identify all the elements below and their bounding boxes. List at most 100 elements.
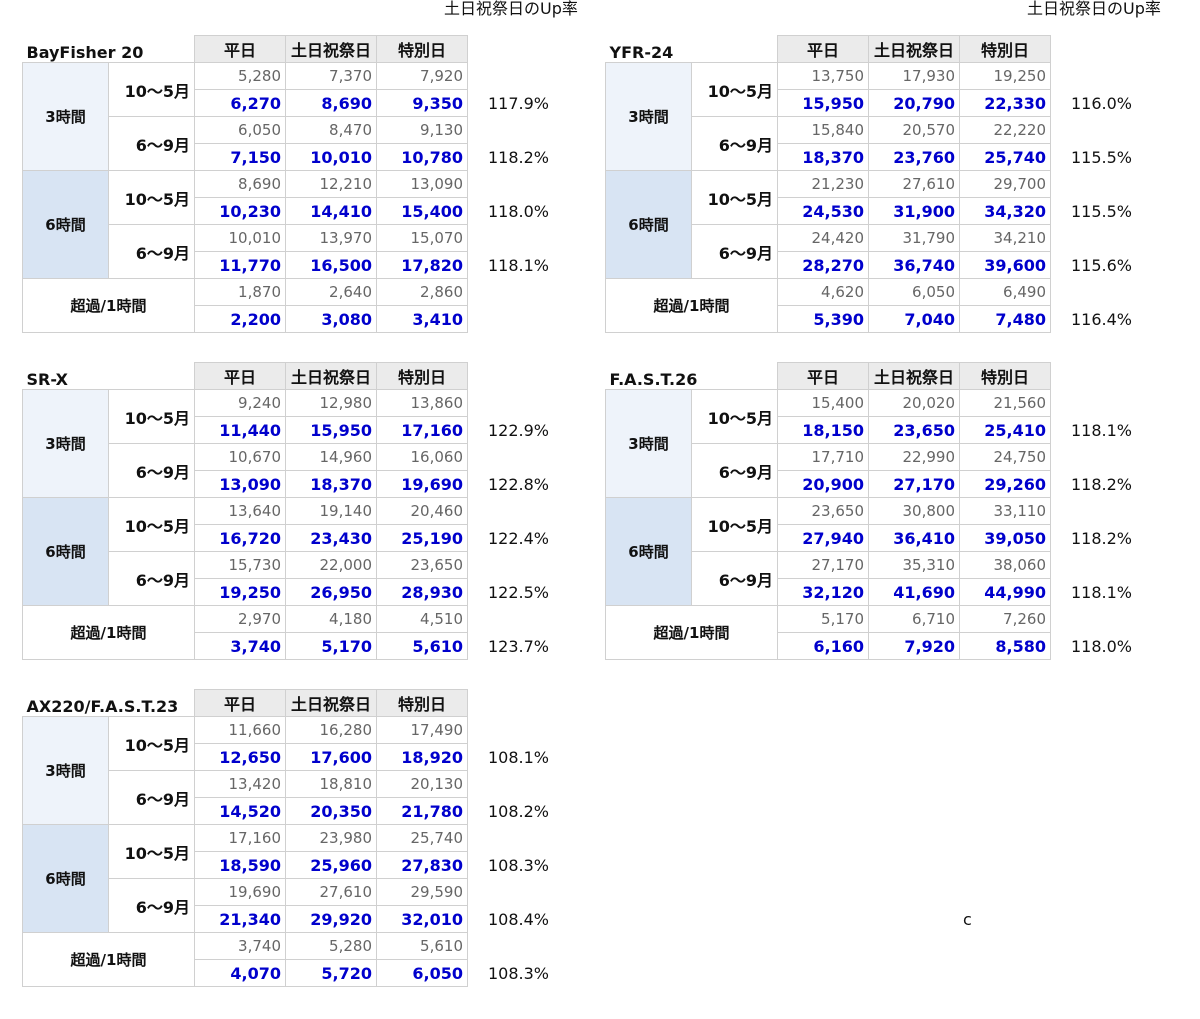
up-rate-cell: 115.6% <box>1071 255 1133 275</box>
old-price-cell: 5,610 <box>376 932 468 960</box>
new-price-cell: 7,150 <box>194 143 286 171</box>
row-spacer <box>468 63 588 90</box>
row-spacer <box>1051 606 1171 633</box>
row-spacer <box>468 117 588 144</box>
old-price-cell: 27,610 <box>868 170 960 198</box>
old-price-cell: 20,020 <box>868 389 960 417</box>
old-price-cell: 5,280 <box>194 62 286 90</box>
table-title: F.A.S.T.26 <box>609 370 698 389</box>
old-price-cell: 7,920 <box>376 62 468 90</box>
old-price-cell: 5,280 <box>285 932 377 960</box>
new-price-cell: 5,610 <box>376 632 468 660</box>
period-cell: 6〜9月 <box>108 116 195 171</box>
up-rate-cell: 108.4% <box>488 909 550 929</box>
old-price-cell: 15,070 <box>376 224 468 252</box>
old-price-cell: 2,860 <box>376 278 468 306</box>
new-price-cell: 18,150 <box>777 416 869 444</box>
row-spacer <box>1051 225 1171 252</box>
old-price-cell: 31,790 <box>868 224 960 252</box>
old-price-cell: 9,240 <box>194 389 286 417</box>
up-rate-cell: 123.7% <box>488 636 550 656</box>
new-price-cell: 16,720 <box>194 524 286 552</box>
new-price-cell: 36,740 <box>868 251 960 279</box>
header-spacer <box>1051 36 1171 63</box>
up-rate-cell: 115.5% <box>1071 201 1133 221</box>
duration-cell: 6時間 <box>22 497 109 606</box>
duration-cell: 3時間 <box>605 62 692 171</box>
old-price-cell: 6,050 <box>194 116 286 144</box>
row-spacer <box>468 606 588 633</box>
old-price-cell: 20,570 <box>868 116 960 144</box>
old-price-cell: 20,130 <box>376 770 468 798</box>
up-rate-cell: 118.2% <box>1071 474 1133 494</box>
duration-cell: 6時間 <box>22 824 109 933</box>
header-row: SR-X 平日 土日祝祭日 特別日 <box>23 362 588 390</box>
table-row: 超過/1時間 4,620 6,050 6,490 <box>605 278 1171 333</box>
price-table-block: AX220/F.A.S.T.23 平日 土日祝祭日 特別日 3時間 10〜5月 11,660… <box>22 689 602 1019</box>
new-price-cell: 5,720 <box>285 959 377 987</box>
old-price-cell: 17,710 <box>777 443 869 471</box>
duration-cell: 6時間 <box>605 170 692 279</box>
table-row: 3時間 10〜5月 9,240 12,980 13,860 <box>22 389 588 498</box>
up-rate-cell: 118.1% <box>488 255 550 275</box>
old-price-cell: 5,170 <box>777 605 869 633</box>
row-spacer <box>1051 279 1171 306</box>
new-price-cell: 16,500 <box>285 251 377 279</box>
price-table-block: F.A.S.T.26 平日 土日祝祭日 特別日 3時間 10〜5月 15,400 20,020… <box>605 362 1185 692</box>
old-price-cell: 13,970 <box>285 224 377 252</box>
new-price-cell: 20,350 <box>285 797 377 825</box>
period-cell: 6〜9月 <box>108 443 195 498</box>
old-price-cell: 19,250 <box>959 62 1051 90</box>
table-title: SR-X <box>26 370 69 389</box>
up-rate-cell: 116.4% <box>1071 309 1133 329</box>
row-spacer <box>1051 171 1171 198</box>
new-price-cell: 27,170 <box>868 470 960 498</box>
table-title: BayFisher 20 <box>26 43 144 62</box>
price-table: F.A.S.T.26 平日 土日祝祭日 特別日 3時間 10〜5月 15,400 20,020… <box>605 362 1171 660</box>
old-price-cell: 22,990 <box>868 443 960 471</box>
up-rate-header: 土日祝祭日のUp率 <box>444 0 578 18</box>
period-cell: 6〜9月 <box>691 551 778 606</box>
old-price-cell: 21,560 <box>959 389 1051 417</box>
new-price-cell: 28,930 <box>376 578 468 606</box>
new-price-cell: 12,650 <box>194 743 286 771</box>
new-price-cell: 15,950 <box>285 416 377 444</box>
row-spacer <box>468 933 588 960</box>
period-cell: 10〜5月 <box>108 716 195 771</box>
old-price-cell: 17,490 <box>376 716 468 744</box>
row-spacer <box>1051 390 1171 417</box>
old-price-cell: 10,010 <box>194 224 286 252</box>
column-header: 特別日 <box>959 362 1051 390</box>
up-rate-cell: 108.3% <box>488 855 550 875</box>
new-price-cell: 6,160 <box>777 632 869 660</box>
new-price-cell: 13,090 <box>194 470 286 498</box>
row-spacer <box>1051 444 1171 471</box>
new-price-cell: 6,050 <box>376 959 468 987</box>
old-price-cell: 2,640 <box>285 278 377 306</box>
duration-cell: 6時間 <box>605 497 692 606</box>
old-price-cell: 29,700 <box>959 170 1051 198</box>
old-price-cell: 12,210 <box>285 170 377 198</box>
new-price-cell: 18,590 <box>194 851 286 879</box>
table-row: 3時間 10〜5月 11,660 16,280 17,490 <box>22 716 588 825</box>
column-header: 平日 <box>194 689 286 717</box>
new-price-cell: 21,340 <box>194 905 286 933</box>
header-row: YFR-24 平日 土日祝祭日 特別日 <box>606 35 1171 63</box>
table-row: 6時間 10〜5月 17,160 23,980 25,740 <box>22 824 588 933</box>
old-price-cell: 6,710 <box>868 605 960 633</box>
old-price-cell: 27,170 <box>777 551 869 579</box>
column-header: 特別日 <box>376 35 468 63</box>
old-price-cell: 23,980 <box>285 824 377 852</box>
up-rate-cell: 118.0% <box>488 201 550 221</box>
up-rate-cell: 108.3% <box>488 963 550 983</box>
old-price-cell: 4,510 <box>376 605 468 633</box>
old-price-cell: 29,590 <box>376 878 468 906</box>
price-table: AX220/F.A.S.T.23 平日 土日祝祭日 特別日 3時間 10〜5月 11,660… <box>22 689 588 987</box>
row-spacer <box>468 444 588 471</box>
old-price-cell: 2,970 <box>194 605 286 633</box>
old-price-cell: 23,650 <box>777 497 869 525</box>
new-price-cell: 9,350 <box>376 89 468 117</box>
old-price-cell: 7,370 <box>285 62 377 90</box>
old-price-cell: 17,160 <box>194 824 286 852</box>
period-cell: 6〜9月 <box>691 443 778 498</box>
